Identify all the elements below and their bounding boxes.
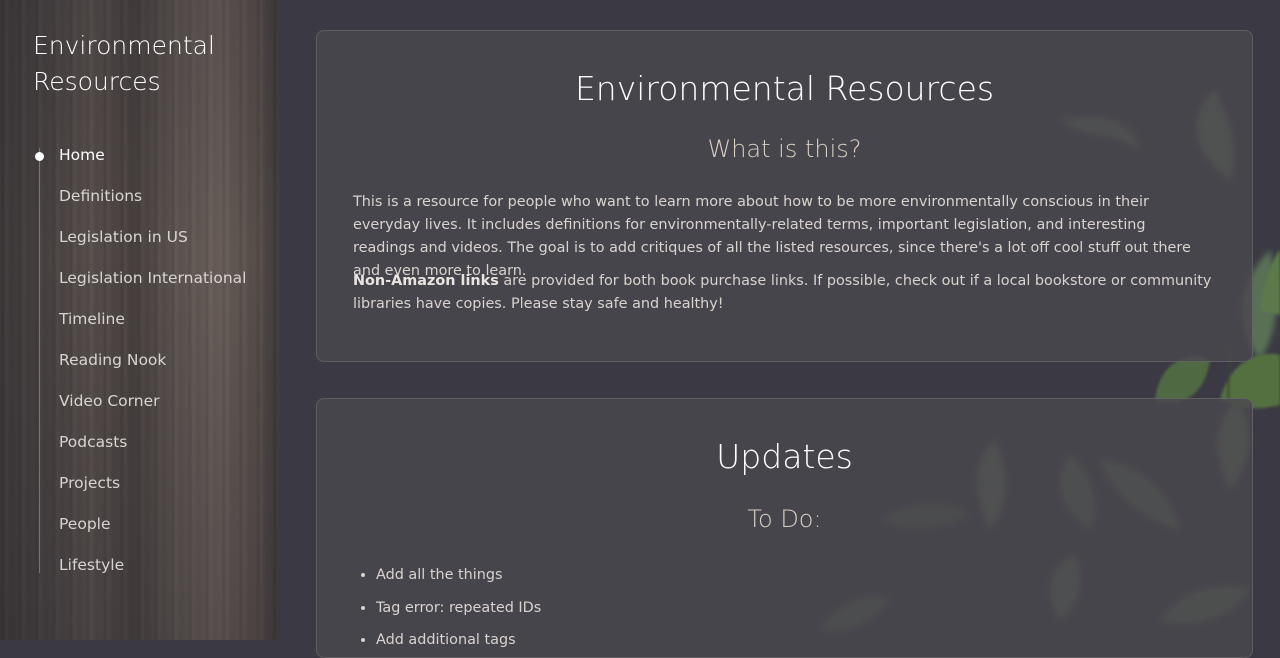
nav-item-label: Timeline	[59, 310, 125, 328]
sidebar-nav: Home Definitions Legislation in US Legis…	[35, 146, 247, 573]
links-paragraph: Non-Amazon links are provided for both b…	[353, 270, 1212, 316]
todo-subtitle: To Do:	[747, 505, 822, 533]
nav-item-label: People	[59, 515, 111, 533]
nav-item-label: Podcasts	[59, 433, 128, 451]
active-indicator-icon	[35, 152, 44, 161]
intro-subtitle: What is this?	[707, 135, 862, 163]
nav-item-reading-nook[interactable]: Reading Nook	[40, 351, 246, 394]
nav-item-label: Video Corner	[59, 392, 160, 410]
nav-item-projects[interactable]: Projects	[40, 474, 246, 517]
nav-item-legislation-international[interactable]: Legislation International	[40, 269, 247, 312]
nav-item-lifestyle[interactable]: Lifestyle	[40, 556, 246, 599]
todo-list-item: Tag error: repeated IDs	[376, 592, 541, 625]
nav-item-podcasts[interactable]: Podcasts	[40, 433, 246, 476]
site-title[interactable]: Environmental Resources	[33, 28, 263, 100]
nav-item-label: Reading Nook	[59, 351, 167, 369]
nav-item-definitions[interactable]: Definitions	[40, 187, 246, 230]
page-title: Environmental Resources	[574, 69, 995, 108]
nav-item-video-corner[interactable]: Video Corner	[40, 392, 246, 435]
todo-list: Add all the things Tag error: repeated I…	[357, 559, 541, 657]
nav-item-label: Legislation International	[59, 269, 247, 287]
todo-list-item: Add additional tags	[376, 624, 541, 657]
intro-card: Environmental Resources What is this? Th…	[316, 30, 1253, 362]
nav-item-label: Definitions	[59, 187, 143, 205]
nav-item-label: Home	[59, 146, 105, 164]
nav-item-label: Lifestyle	[59, 556, 125, 574]
sidebar: Environmental Resources Home Definitions…	[0, 0, 280, 640]
nav-item-home[interactable]: Home	[35, 146, 246, 189]
nav-item-timeline[interactable]: Timeline	[40, 310, 246, 353]
nav-item-people[interactable]: People	[40, 515, 246, 558]
todo-list-item: Add all the things	[376, 559, 541, 592]
nav-item-label: Projects	[59, 474, 121, 492]
nav-item-legislation-us[interactable]: Legislation in US	[40, 228, 246, 271]
updates-card: Updates To Do: Add all the things Tag er…	[316, 398, 1253, 658]
links-paragraph-text: Non-Amazon links are provided for both b…	[353, 270, 1212, 316]
updates-title: Updates	[716, 437, 853, 476]
nav-item-label: Legislation in US	[59, 228, 188, 246]
non-amazon-links-label: Non-Amazon links	[353, 273, 499, 289]
